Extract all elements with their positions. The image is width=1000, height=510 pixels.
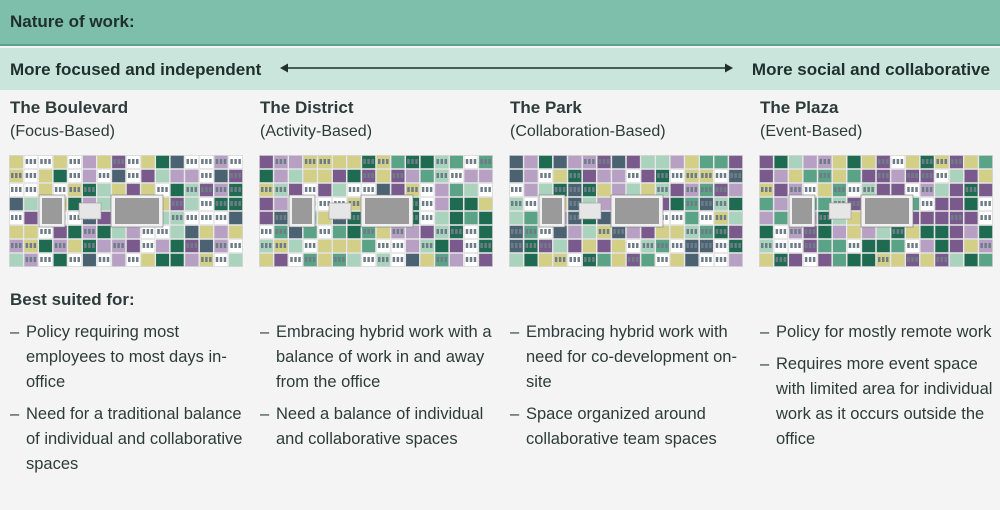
list-item: – Requires more event space with limited …	[760, 355, 993, 448]
column-subtitle: (Event-Based)	[760, 123, 863, 140]
list-item: – Policy requiring most employees to most…	[10, 323, 227, 391]
bullet-text: Need for a traditional balance of indivi…	[26, 405, 243, 473]
bullet-list: – Policy for mostly remote work – Requires…	[760, 320, 1000, 459]
bullet-text: Space organized around collaborative tea…	[526, 405, 717, 448]
spectrum-right-label: More social and collaborative	[751, 60, 990, 79]
bullet-text: Requires more event space with limited a…	[776, 355, 993, 448]
bullet-text: Embracing hybrid work with need for co-d…	[526, 323, 737, 391]
column-name: The Plaza	[760, 98, 839, 117]
header-title: Nature of work:	[10, 12, 135, 31]
list-item: – Need a balance of individual and collab…	[260, 405, 484, 448]
list-item: – Policy for mostly remote work	[760, 323, 992, 341]
best-suited-heading: Best suited for:	[10, 290, 135, 309]
bullet-list: – Policy requiring most employees to most…	[10, 320, 255, 484]
bullet-text: Need a balance of individual and collabo…	[276, 405, 484, 448]
bullet-text: Policy for mostly remote work	[776, 323, 992, 341]
bullet-list: – Embracing hybrid work with need for co-…	[510, 320, 755, 459]
floor-plan-image	[509, 155, 743, 267]
header-bar: Nature of work:	[0, 0, 1000, 46]
floor-plan-image	[259, 155, 493, 267]
list-item: – Embracing hybrid work with need for co-…	[510, 323, 737, 391]
bullet-list: – Embracing hybrid work with a balance of…	[260, 320, 505, 459]
double-arrow-icon	[280, 63, 733, 73]
list-item: – Embracing hybrid work with a balance of…	[260, 323, 492, 391]
list-item: – Need for a traditional balance of indiv…	[10, 405, 243, 473]
column-name: The Park	[510, 98, 582, 117]
floor-plan-image	[9, 155, 243, 267]
column-name: The District	[260, 98, 354, 117]
bullet-text: Policy requiring most employees to most …	[26, 323, 227, 391]
spectrum-left-label: More focused and independent	[10, 60, 262, 79]
column-subtitle: (Focus-Based)	[10, 123, 115, 140]
list-item: – Space organized around collaborative te…	[510, 405, 717, 448]
column-name: The Boulevard	[10, 98, 129, 117]
bullet-text: Embracing hybrid work with a balance of …	[276, 323, 492, 391]
floor-plan-image	[759, 155, 993, 267]
column-subtitle: (Collaboration-Based)	[510, 123, 666, 140]
column-subtitle: (Activity-Based)	[260, 123, 373, 140]
spectrum-bar: More focused and independent More social…	[0, 48, 1000, 90]
